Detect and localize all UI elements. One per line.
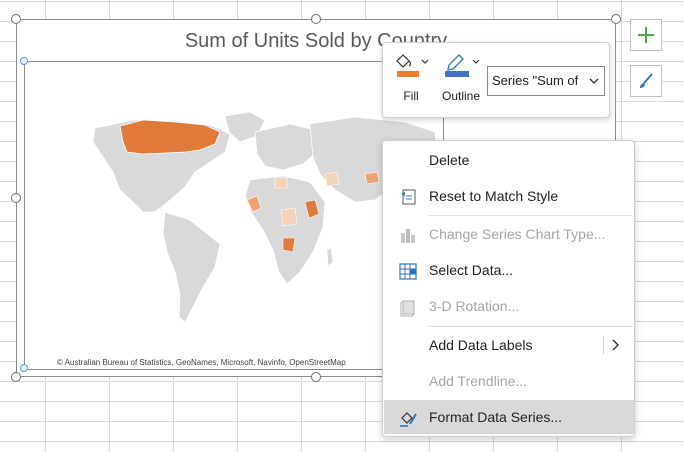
menu-item-reset-to-match-style[interactable]: Reset to Match Style [384, 179, 634, 213]
series-selector-value: Series "Sum of [492, 73, 579, 88]
chart-type-icon [401, 229, 415, 243]
plot-handle-top-left[interactable] [20, 57, 28, 65]
menu-item-change-type-label: Change Series Chart Type... [429, 226, 606, 242]
fill-button[interactable]: Fill [393, 51, 429, 103]
menu-item-delete[interactable]: Delete [384, 143, 634, 177]
series-selector-dropdown[interactable]: Series "Sum of [487, 66, 605, 96]
resize-handle-bottom-left[interactable] [11, 372, 21, 382]
map-region-africa [244, 175, 326, 285]
menu-item-change-series-chart-type: Change Series Chart Type... [384, 217, 634, 251]
menu-item-3d-rotation-label: 3-D Rotation... [429, 298, 520, 314]
select-data-icon [399, 263, 417, 280]
menu-item-add-data-labels-label: Add Data Labels [429, 337, 533, 353]
menu-item-reset-label: Reset to Match Style [429, 188, 559, 204]
map-region-southern-africa [282, 237, 296, 253]
chart-elements-button[interactable] [630, 19, 662, 51]
plus-icon [638, 27, 654, 43]
resize-handle-bottom-middle[interactable] [311, 372, 321, 382]
menu-item-delete-label: Delete [429, 152, 470, 168]
map-region-europe [254, 123, 318, 171]
map-region-south-america [162, 211, 221, 323]
plot-area[interactable] [24, 61, 444, 370]
outline-label: Outline [441, 89, 481, 103]
resize-handle-middle-left[interactable] [11, 193, 21, 203]
outline-button[interactable]: Outline [439, 51, 483, 103]
map-region-central-africa [280, 207, 298, 227]
map-region-madagascar [326, 247, 334, 267]
submenu-divider [603, 336, 604, 354]
resize-handle-top-right[interactable] [611, 14, 621, 24]
menu-item-add-trendline: Add Trendline... [384, 364, 634, 398]
menu-item-3d-rotation: 3-D Rotation... [384, 289, 634, 323]
chart-styles-button[interactable] [630, 65, 662, 97]
chevron-right-icon [612, 339, 619, 351]
fill-label: Fill [403, 89, 419, 103]
brush-icon [640, 73, 653, 88]
map-region-middle-east [324, 171, 340, 187]
format-series-icon [400, 412, 417, 427]
menu-item-add-data-labels[interactable]: Add Data Labels [384, 328, 634, 362]
format-mini-toolbar: Fill Outline Series "Sum of [382, 42, 610, 118]
plot-handle-bottom-left[interactable] [20, 364, 28, 372]
menu-item-select-data[interactable]: Select Data... [384, 253, 634, 287]
menu-item-format-data-series[interactable]: Format Data Series... [384, 400, 634, 434]
menu-separator [428, 215, 632, 216]
reset-style-icon [401, 189, 416, 205]
map-region-north-africa [274, 177, 288, 189]
resize-handle-top-left[interactable] [11, 14, 21, 24]
map-copyright: © Australian Bureau of Statistics, GeoNa… [57, 358, 346, 367]
menu-item-add-trendline-label: Add Trendline... [429, 373, 528, 389]
menu-item-select-data-label: Select Data... [429, 262, 514, 278]
resize-handle-top-middle[interactable] [311, 14, 321, 24]
map-region-east-asia [364, 171, 380, 185]
rotation-3d-icon [400, 300, 415, 317]
menu-item-format-data-series-label: Format Data Series... [429, 409, 563, 425]
context-menu: Delete Reset to Match Style Change Serie… [382, 140, 635, 437]
chevron-down-icon [589, 78, 599, 84]
paint-bucket-icon [396, 54, 429, 77]
pen-icon [445, 54, 480, 77]
menu-separator [428, 326, 632, 327]
